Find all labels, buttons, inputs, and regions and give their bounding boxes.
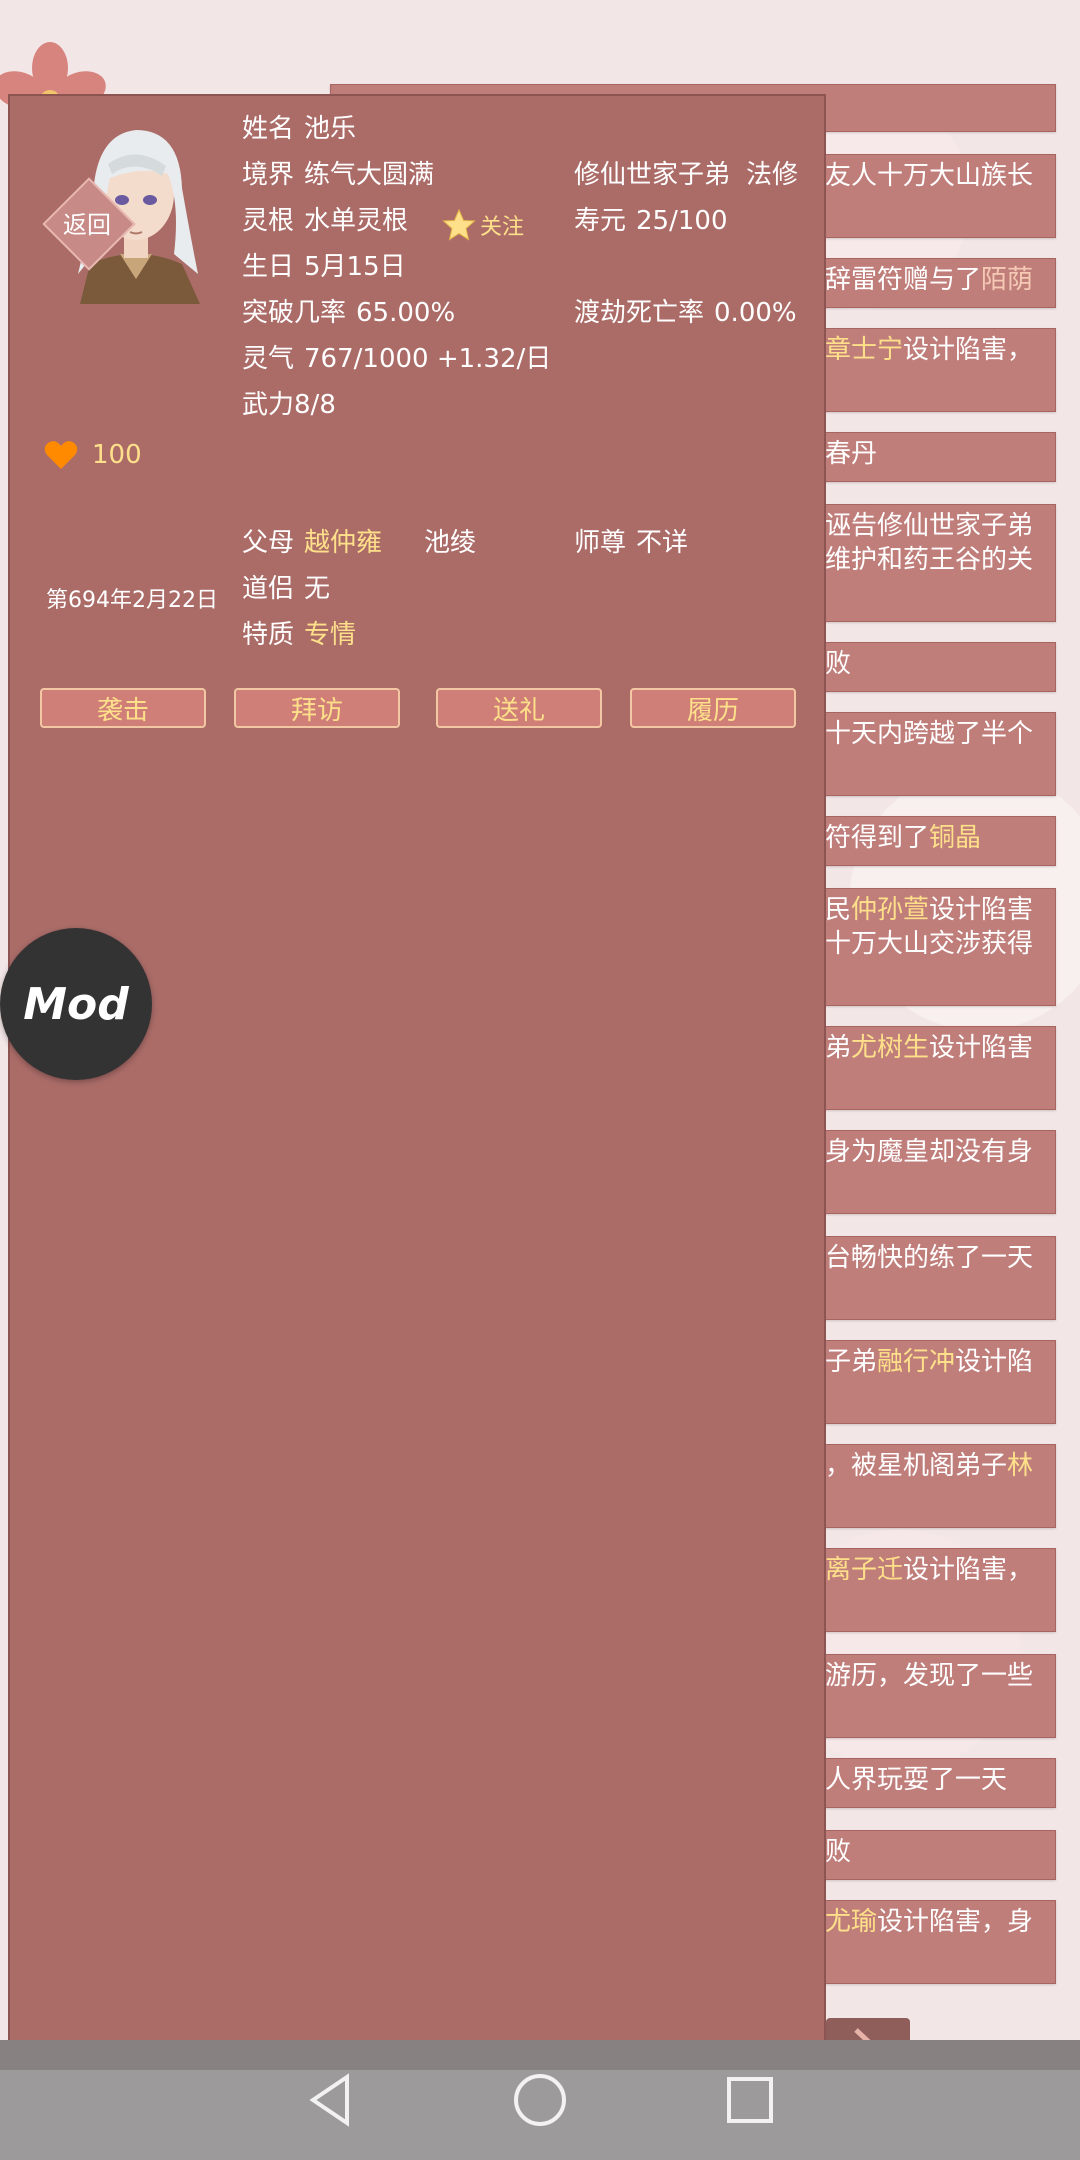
follow-button[interactable]: 关注 xyxy=(442,208,524,242)
circle-home-icon xyxy=(514,2074,566,2126)
root-label: 灵根 xyxy=(242,206,295,236)
system-navigation-bar xyxy=(0,2040,1080,2160)
faction-row: 修仙世家子弟 法修 xyxy=(574,158,798,192)
nav-home-button[interactable] xyxy=(510,2070,570,2130)
faction-value: 修仙世家子弟 xyxy=(574,160,731,190)
qi-value: 767/1000 +1.32/日 xyxy=(304,344,552,374)
root-row: 灵根 水单灵根 xyxy=(242,204,408,238)
partner-row: 道侣无 xyxy=(242,572,330,606)
game-date: 第694年2月22日 xyxy=(46,588,218,613)
triangle-back-icon xyxy=(309,2073,349,2127)
tribulation-value: 0.00% xyxy=(714,298,797,328)
favor-value: 100 xyxy=(92,440,142,470)
character-info-panel: 返回 100 姓名 池乐 关注 境界 练气大圆满 修仙世家子弟 法修 灵根 水单灵根 寿… xyxy=(8,94,826,2066)
name-value: 池乐 xyxy=(304,114,357,144)
trait-label: 特质 xyxy=(242,620,295,650)
trait-value[interactable]: 专情 xyxy=(304,620,356,650)
breakthrough-label: 突破几率 xyxy=(242,298,347,328)
name-row: 姓名 池乐 xyxy=(242,112,356,146)
back-button[interactable]: 返回 xyxy=(44,186,130,258)
star-icon xyxy=(442,208,476,241)
mother-link[interactable]: 池绫 xyxy=(424,526,476,560)
birthday-label: 生日 xyxy=(242,252,295,282)
birthday-row: 生日 5月15日 xyxy=(242,250,406,284)
nav-recents-button[interactable] xyxy=(720,2070,780,2130)
follow-label: 关注 xyxy=(480,215,525,240)
breakthrough-value: 65.00% xyxy=(356,298,456,328)
nav-back-button[interactable] xyxy=(300,2070,360,2130)
realm-row: 境界 练气大圆满 xyxy=(242,158,434,192)
parents-label: 父母 xyxy=(242,528,295,558)
visit-button-label: 拜访 xyxy=(290,695,343,726)
trait-row: 特质 专情 xyxy=(242,618,356,652)
attack-button[interactable]: 袭击 xyxy=(40,688,206,728)
back-button-label: 返回 xyxy=(63,210,111,239)
attack-button-label: 袭击 xyxy=(96,695,149,726)
breakthrough-row: 突破几率 65.00% xyxy=(242,296,455,330)
mod-button-label: Mod xyxy=(23,978,129,1030)
realm-label: 境界 xyxy=(242,160,295,190)
lifespan-value: 25/100 xyxy=(636,206,728,236)
history-button[interactable]: 履历 xyxy=(630,688,796,728)
class-value: 法修 xyxy=(746,160,799,190)
parents-row: 父母 越仲雍 xyxy=(242,526,382,560)
master-row: 师尊 不详 xyxy=(574,526,688,560)
tribulation-row: 渡劫死亡率 0.00% xyxy=(574,296,797,330)
root-value: 水单灵根 xyxy=(304,206,409,236)
father-link[interactable]: 越仲雍 xyxy=(304,528,382,558)
gift-button[interactable]: 送礼 xyxy=(436,688,602,728)
realm-value: 练气大圆满 xyxy=(304,160,435,190)
history-button-label: 履历 xyxy=(686,695,739,726)
birthday-value: 5月15日 xyxy=(304,252,406,282)
power-value: 8/8 xyxy=(294,390,336,420)
lifespan-label: 寿元 xyxy=(574,206,627,236)
power-label: 武力 xyxy=(242,390,295,420)
mod-button[interactable]: Mod xyxy=(0,928,152,1080)
gift-button-label: 送礼 xyxy=(492,695,545,726)
visit-button[interactable]: 拜访 xyxy=(234,688,400,728)
partner-label: 道侣 xyxy=(242,574,295,604)
partner-value: 无 xyxy=(304,574,331,604)
heart-icon xyxy=(44,441,78,469)
square-recents-icon xyxy=(727,2077,773,2123)
favor-indicator: 100 xyxy=(44,440,142,470)
master-label: 师尊 xyxy=(574,528,627,558)
tribulation-label: 渡劫死亡率 xyxy=(574,298,705,328)
name-label: 姓名 xyxy=(242,114,295,144)
power-row: 武力8/8 xyxy=(242,388,336,422)
lifespan-row: 寿元 25/100 xyxy=(574,204,728,238)
master-value: 不详 xyxy=(636,528,689,558)
qi-label: 灵气 xyxy=(242,344,295,374)
qi-row: 灵气 767/1000 +1.32/日 xyxy=(242,342,551,376)
